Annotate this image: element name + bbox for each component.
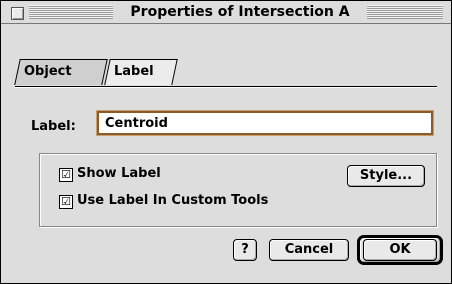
checkbox-checked-icon[interactable]: ☑	[59, 168, 73, 182]
cancel-button[interactable]: Cancel	[269, 239, 349, 261]
label-text-input[interactable]	[97, 111, 433, 135]
use-label-custom-tools-text: Use Label In Custom Tools	[77, 193, 269, 208]
show-label-text: Show Label	[77, 166, 161, 181]
tab-divider-highlight	[15, 87, 437, 88]
style-button[interactable]: Style...	[347, 165, 425, 187]
tab-object-label: Object	[24, 64, 72, 79]
close-box-icon[interactable]	[11, 7, 24, 20]
help-button[interactable]: ?	[233, 239, 257, 261]
window-title: Properties of Intersection A	[113, 1, 367, 23]
tab-label-label: Label	[114, 64, 154, 79]
tab-object[interactable]: Object	[14, 59, 108, 85]
label-field-caption: Label:	[31, 119, 76, 134]
tab-bar: Object Label	[1, 59, 451, 87]
ok-button[interactable]: OK	[363, 239, 437, 261]
checkbox-checked-icon[interactable]: ☑	[59, 195, 73, 209]
title-stripes-left	[29, 5, 113, 19]
properties-dialog: Properties of Intersection A Object Labe…	[0, 0, 452, 284]
title-stripes-right	[367, 5, 443, 19]
tab-label[interactable]: Label	[104, 59, 178, 85]
title-bar[interactable]: Properties of Intersection A	[1, 1, 451, 24]
